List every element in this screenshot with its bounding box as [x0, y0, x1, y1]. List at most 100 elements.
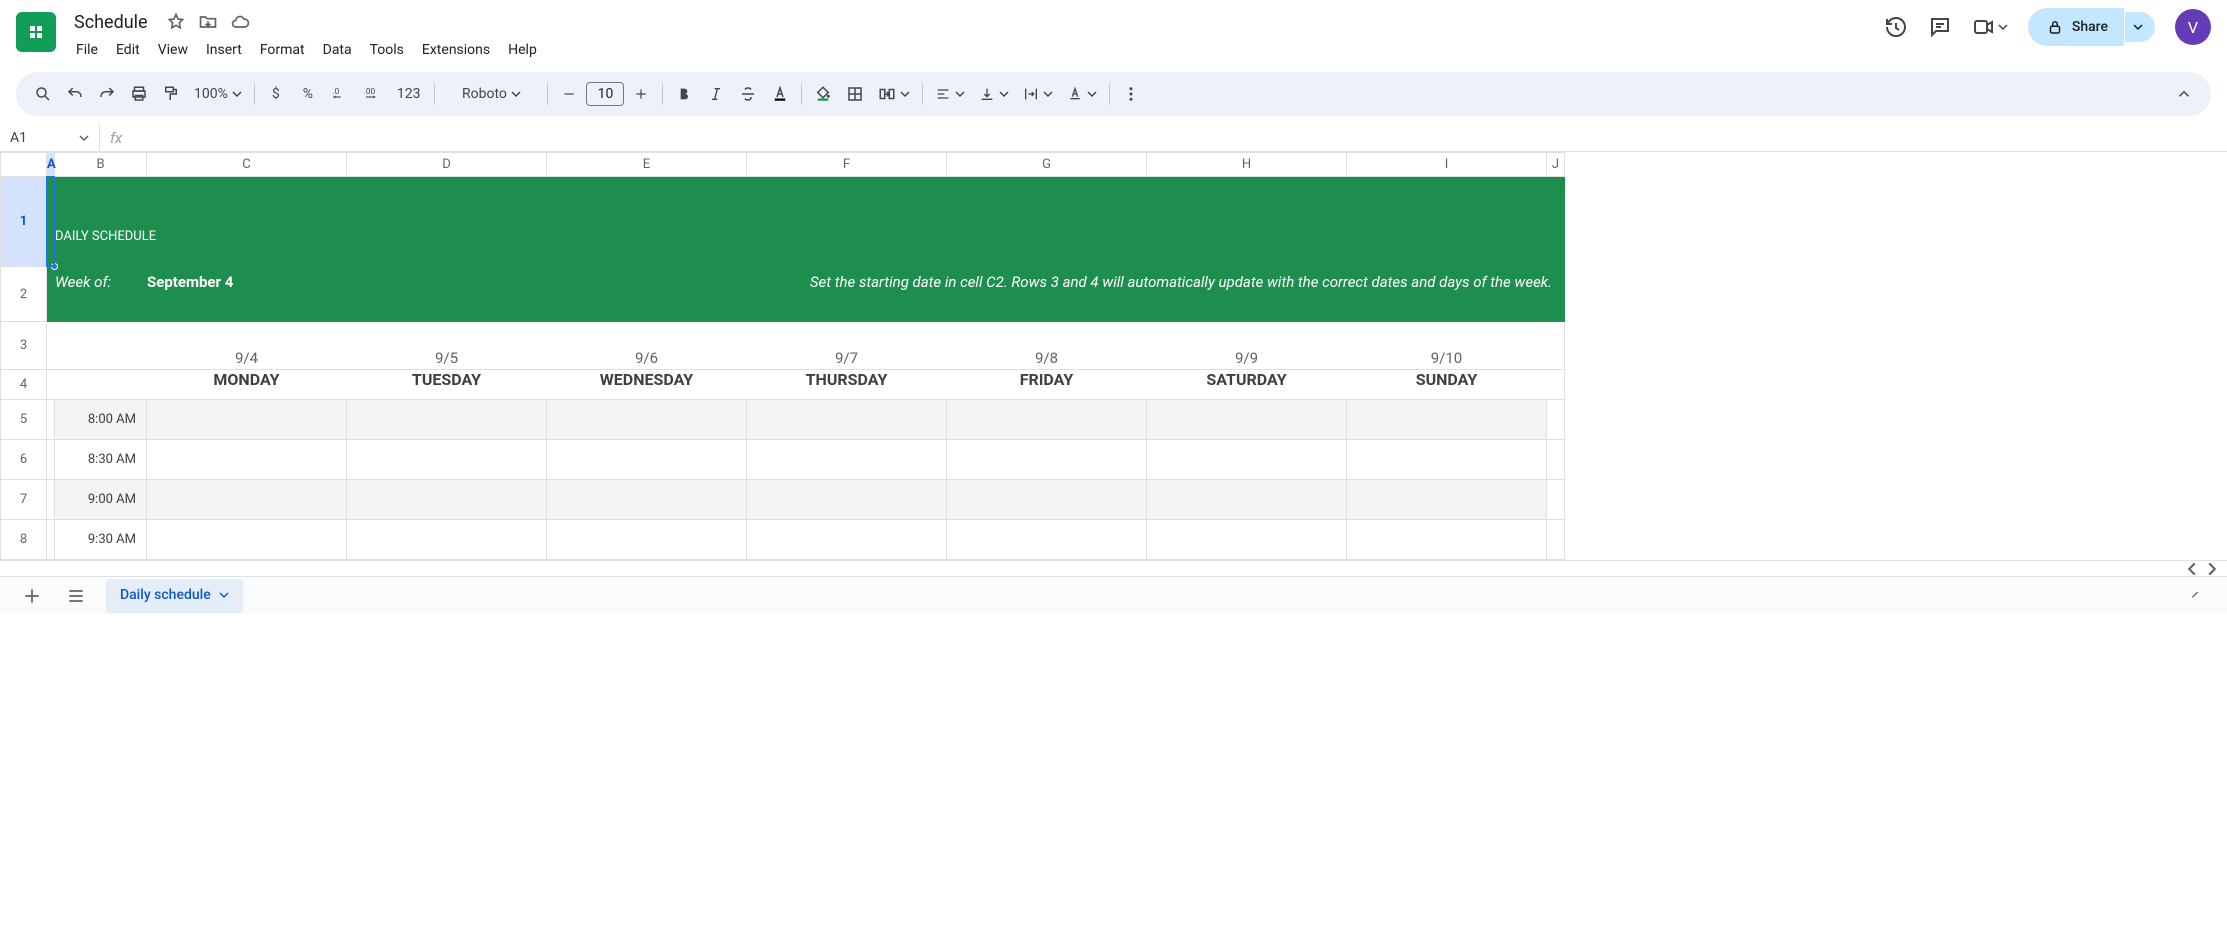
cell[interactable] — [47, 520, 55, 560]
font-size-input[interactable]: 10 — [586, 82, 624, 106]
date-cell[interactable]: 9/5 — [347, 322, 547, 370]
cell[interactable] — [1147, 480, 1347, 520]
sheet-tab[interactable]: Daily schedule — [106, 579, 243, 613]
day-cell[interactable]: MONDAY — [147, 370, 347, 400]
decrease-font-button[interactable] — [554, 79, 584, 109]
star-icon[interactable] — [166, 12, 186, 32]
cell[interactable] — [547, 520, 747, 560]
column-header[interactable]: B — [55, 153, 147, 177]
fill-color-button[interactable] — [808, 79, 838, 109]
text-wrap-button[interactable] — [1017, 79, 1059, 109]
cell[interactable] — [47, 322, 55, 370]
strikethrough-button[interactable] — [733, 79, 763, 109]
cell[interactable] — [55, 370, 147, 400]
cell[interactable] — [1347, 400, 1547, 440]
week-of-cell[interactable]: Week of: — [55, 267, 147, 322]
comment-icon[interactable] — [1928, 15, 1952, 39]
menu-edit[interactable]: Edit — [108, 38, 148, 62]
day-cell[interactable]: SUNDAY — [1347, 370, 1547, 400]
cell[interactable] — [47, 480, 55, 520]
cell[interactable] — [47, 440, 55, 480]
italic-button[interactable] — [701, 79, 731, 109]
column-header[interactable]: C — [147, 153, 347, 177]
scroll-right-icon[interactable] — [2205, 562, 2219, 576]
cell[interactable] — [47, 370, 55, 400]
cell[interactable] — [947, 440, 1147, 480]
time-cell[interactable]: 8:00 AM — [55, 400, 147, 440]
cell[interactable] — [547, 440, 747, 480]
date-cell[interactable]: 9/6 — [547, 322, 747, 370]
cell[interactable] — [747, 440, 947, 480]
column-header[interactable]: J — [1547, 153, 1565, 177]
cell[interactable] — [1547, 480, 1565, 520]
row-header[interactable]: 3 — [1, 322, 47, 370]
document-title[interactable]: Schedule — [68, 10, 154, 35]
font-dropdown[interactable]: Roboto — [441, 79, 541, 109]
vertical-align-button[interactable] — [973, 79, 1015, 109]
cell[interactable] — [1547, 440, 1565, 480]
menu-view[interactable]: View — [150, 38, 196, 62]
time-cell[interactable]: 9:30 AM — [55, 520, 147, 560]
day-cell[interactable]: SATURDAY — [1147, 370, 1347, 400]
cell[interactable] — [1147, 520, 1347, 560]
column-header[interactable]: H — [1147, 153, 1347, 177]
row-header[interactable]: 7 — [1, 480, 47, 520]
add-sheet-button[interactable] — [18, 582, 46, 610]
increase-decimal-button[interactable]: .00 — [357, 79, 387, 109]
column-header[interactable]: G — [947, 153, 1147, 177]
row-header[interactable]: 2 — [1, 267, 47, 322]
cell[interactable] — [1547, 520, 1565, 560]
select-all-corner[interactable] — [1, 153, 47, 177]
decrease-decimal-button[interactable]: .0 — [325, 79, 355, 109]
more-formats-button[interactable]: 123 — [389, 79, 429, 109]
collapse-toolbar-button[interactable] — [2169, 79, 2199, 109]
cell[interactable] — [347, 520, 547, 560]
date-cell[interactable]: 9/7 — [747, 322, 947, 370]
column-header[interactable]: I — [1347, 153, 1547, 177]
cell[interactable] — [547, 400, 747, 440]
cell[interactable] — [147, 480, 347, 520]
menu-format[interactable]: Format — [252, 38, 313, 62]
cell[interactable] — [1547, 370, 1565, 400]
cell[interactable] — [147, 400, 347, 440]
text-color-button[interactable] — [765, 79, 795, 109]
explore-button[interactable] — [2181, 582, 2209, 610]
horizontal-align-button[interactable] — [929, 79, 971, 109]
cell[interactable] — [347, 440, 547, 480]
cell-A1[interactable] — [47, 177, 55, 267]
scroll-left-icon[interactable] — [2185, 562, 2199, 576]
spreadsheet-grid[interactable]: A B C D E F G H I J 1 DAILY SCHEDULE 2 W… — [0, 152, 1565, 560]
cloud-icon[interactable] — [230, 12, 250, 32]
cell[interactable] — [1347, 480, 1547, 520]
day-cell[interactable]: WEDNESDAY — [547, 370, 747, 400]
cell[interactable] — [347, 400, 547, 440]
date-cell[interactable]: 9/4 — [147, 322, 347, 370]
text-rotation-button[interactable] — [1061, 79, 1103, 109]
menu-file[interactable]: File — [68, 38, 106, 62]
cell[interactable] — [347, 480, 547, 520]
meet-button[interactable] — [1972, 15, 2008, 39]
day-cell[interactable]: TUESDAY — [347, 370, 547, 400]
cell[interactable] — [1147, 440, 1347, 480]
day-cell[interactable]: THURSDAY — [747, 370, 947, 400]
cell[interactable] — [547, 480, 747, 520]
cell[interactable] — [147, 520, 347, 560]
percent-button[interactable]: % — [293, 79, 323, 109]
cell[interactable] — [947, 400, 1147, 440]
zoom-dropdown[interactable]: 100% — [188, 79, 248, 109]
instruction-cell[interactable]: Set the starting date in cell C2. Rows 3… — [347, 267, 1565, 322]
column-header[interactable]: A — [47, 153, 55, 177]
cell[interactable] — [1547, 322, 1565, 370]
account-avatar[interactable]: V — [2175, 9, 2211, 45]
cell[interactable] — [47, 267, 55, 322]
paint-format-button[interactable] — [156, 79, 186, 109]
row-header[interactable]: 6 — [1, 440, 47, 480]
merge-cells-button[interactable] — [872, 79, 916, 109]
cell[interactable] — [947, 520, 1147, 560]
cell[interactable] — [947, 480, 1147, 520]
print-button[interactable] — [124, 79, 154, 109]
column-header[interactable]: D — [347, 153, 547, 177]
day-cell[interactable]: FRIDAY — [947, 370, 1147, 400]
cell[interactable] — [747, 520, 947, 560]
cell[interactable] — [47, 400, 55, 440]
